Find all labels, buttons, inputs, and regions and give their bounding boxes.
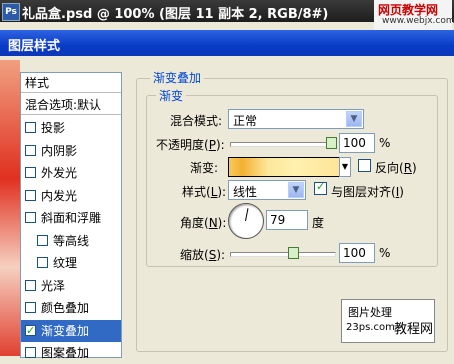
style-item[interactable]: 图案叠加: [21, 342, 121, 364]
style-item[interactable]: 投影: [21, 117, 121, 139]
opacity-unit: %: [379, 136, 391, 150]
logo-url: 23ps.com: [346, 322, 395, 333]
opacity-label: 不透明度(P):: [156, 138, 225, 152]
logo-text-2: 教程网: [394, 322, 434, 337]
logo-text: 图片处理: [348, 306, 392, 319]
scale-slider-thumb[interactable]: [287, 247, 299, 259]
document-title: 礼品盒.psd @ 100% (图层 11 副本 2, RGB/8#): [22, 7, 329, 22]
align-with-layer-label: 与图层对齐(I): [331, 185, 404, 199]
gradient-label: 渐变:: [190, 161, 219, 175]
style-checkbox[interactable]: [25, 189, 36, 201]
style-item[interactable]: 斜面和浮雕: [21, 207, 121, 229]
style-label: 样式(L):: [182, 185, 227, 199]
group-title: 渐变: [156, 87, 187, 104]
style-item-label: 纹理: [53, 256, 78, 270]
site-logo: 图片处理 23ps.com 教程网: [341, 299, 435, 343]
style-item-label: 内发光: [41, 188, 78, 203]
style-item[interactable]: 内阴影: [21, 140, 121, 162]
reverse-label: 反向(R): [375, 161, 417, 175]
style-item-label: 光泽: [41, 278, 66, 293]
chevron-down-icon[interactable]: ▼: [339, 157, 351, 177]
style-checkbox[interactable]: [25, 302, 36, 313]
style-checkbox[interactable]: [25, 279, 36, 291]
angle-dial[interactable]: [228, 203, 264, 239]
watermark-url: www.webjx.com: [382, 16, 454, 26]
style-item-label: 图案叠加: [41, 346, 90, 360]
watermark-logo: 网页教学网 www.webjx.com: [374, 0, 454, 30]
style-item[interactable]: 内发光: [21, 185, 121, 207]
scale-label: 缩放(S):: [180, 248, 226, 262]
reverse-checkbox[interactable]: [358, 159, 371, 172]
opacity-input[interactable]: 100: [339, 133, 375, 153]
chevron-down-icon: ▼: [288, 182, 304, 198]
blend-mode-value: 正常: [233, 114, 258, 128]
style-item[interactable]: 纹理: [21, 252, 121, 274]
blending-options-item[interactable]: 混合选项:默认: [21, 95, 121, 115]
style-select[interactable]: 线性 ▼: [228, 180, 306, 200]
align-with-layer-checkbox[interactable]: [314, 180, 327, 195]
scale-input[interactable]: 100: [339, 243, 375, 263]
opacity-slider-thumb[interactable]: [326, 137, 337, 149]
gradient-picker[interactable]: [228, 157, 340, 177]
style-item-label: 等高线: [53, 233, 90, 248]
blend-mode-label: 混合模式:: [170, 114, 223, 128]
style-list-header[interactable]: 样式: [21, 73, 121, 93]
photoshop-app-icon: Ps: [2, 3, 20, 21]
style-list: 样式 混合选项:默认 投影内阴影外发光内发光斜面和浮雕等高线纹理光泽颜色叠加渐变…: [20, 72, 122, 360]
angle-needle: [245, 208, 249, 222]
opacity-slider-track[interactable]: [230, 142, 336, 147]
section-title: 渐变叠加: [150, 69, 205, 86]
style-item-label: 内阴影: [41, 143, 78, 158]
style-checkbox[interactable]: [25, 320, 36, 342]
scale-unit: %: [379, 246, 391, 260]
scale-slider-track[interactable]: [230, 252, 336, 257]
style-item[interactable]: 颜色叠加: [21, 297, 121, 319]
chevron-down-icon: ▼: [346, 111, 362, 127]
style-item[interactable]: 光泽: [21, 275, 121, 297]
style-checkbox[interactable]: [25, 144, 36, 156]
style-checkbox[interactable]: [25, 122, 36, 133]
style-checkbox[interactable]: [25, 212, 36, 223]
style-checkbox[interactable]: [25, 347, 36, 358]
blend-mode-select[interactable]: 正常 ▼: [228, 109, 364, 129]
style-item-label: 外发光: [41, 166, 78, 180]
style-checkbox[interactable]: [37, 234, 48, 246]
style-item[interactable]: 渐变叠加: [21, 319, 121, 342]
dialog-title: 图层样式: [8, 39, 61, 54]
style-item[interactable]: 外发光: [21, 162, 121, 184]
dialog-title-bar[interactable]: 图层样式: [0, 30, 454, 56]
style-item-label: 颜色叠加: [41, 301, 90, 315]
style-item-label: 斜面和浮雕: [41, 211, 102, 225]
style-checkbox[interactable]: [37, 257, 48, 268]
style-item[interactable]: 等高线: [21, 230, 121, 252]
style-checkbox[interactable]: [25, 167, 36, 178]
angle-label: 角度(N):: [180, 216, 227, 230]
style-value: 线性: [233, 185, 258, 199]
canvas-edge: [0, 60, 20, 356]
angle-input[interactable]: 79: [266, 210, 308, 230]
style-item-label: 投影: [41, 121, 66, 135]
style-item-label: 渐变叠加: [41, 323, 90, 338]
angle-unit: 度: [312, 216, 325, 230]
